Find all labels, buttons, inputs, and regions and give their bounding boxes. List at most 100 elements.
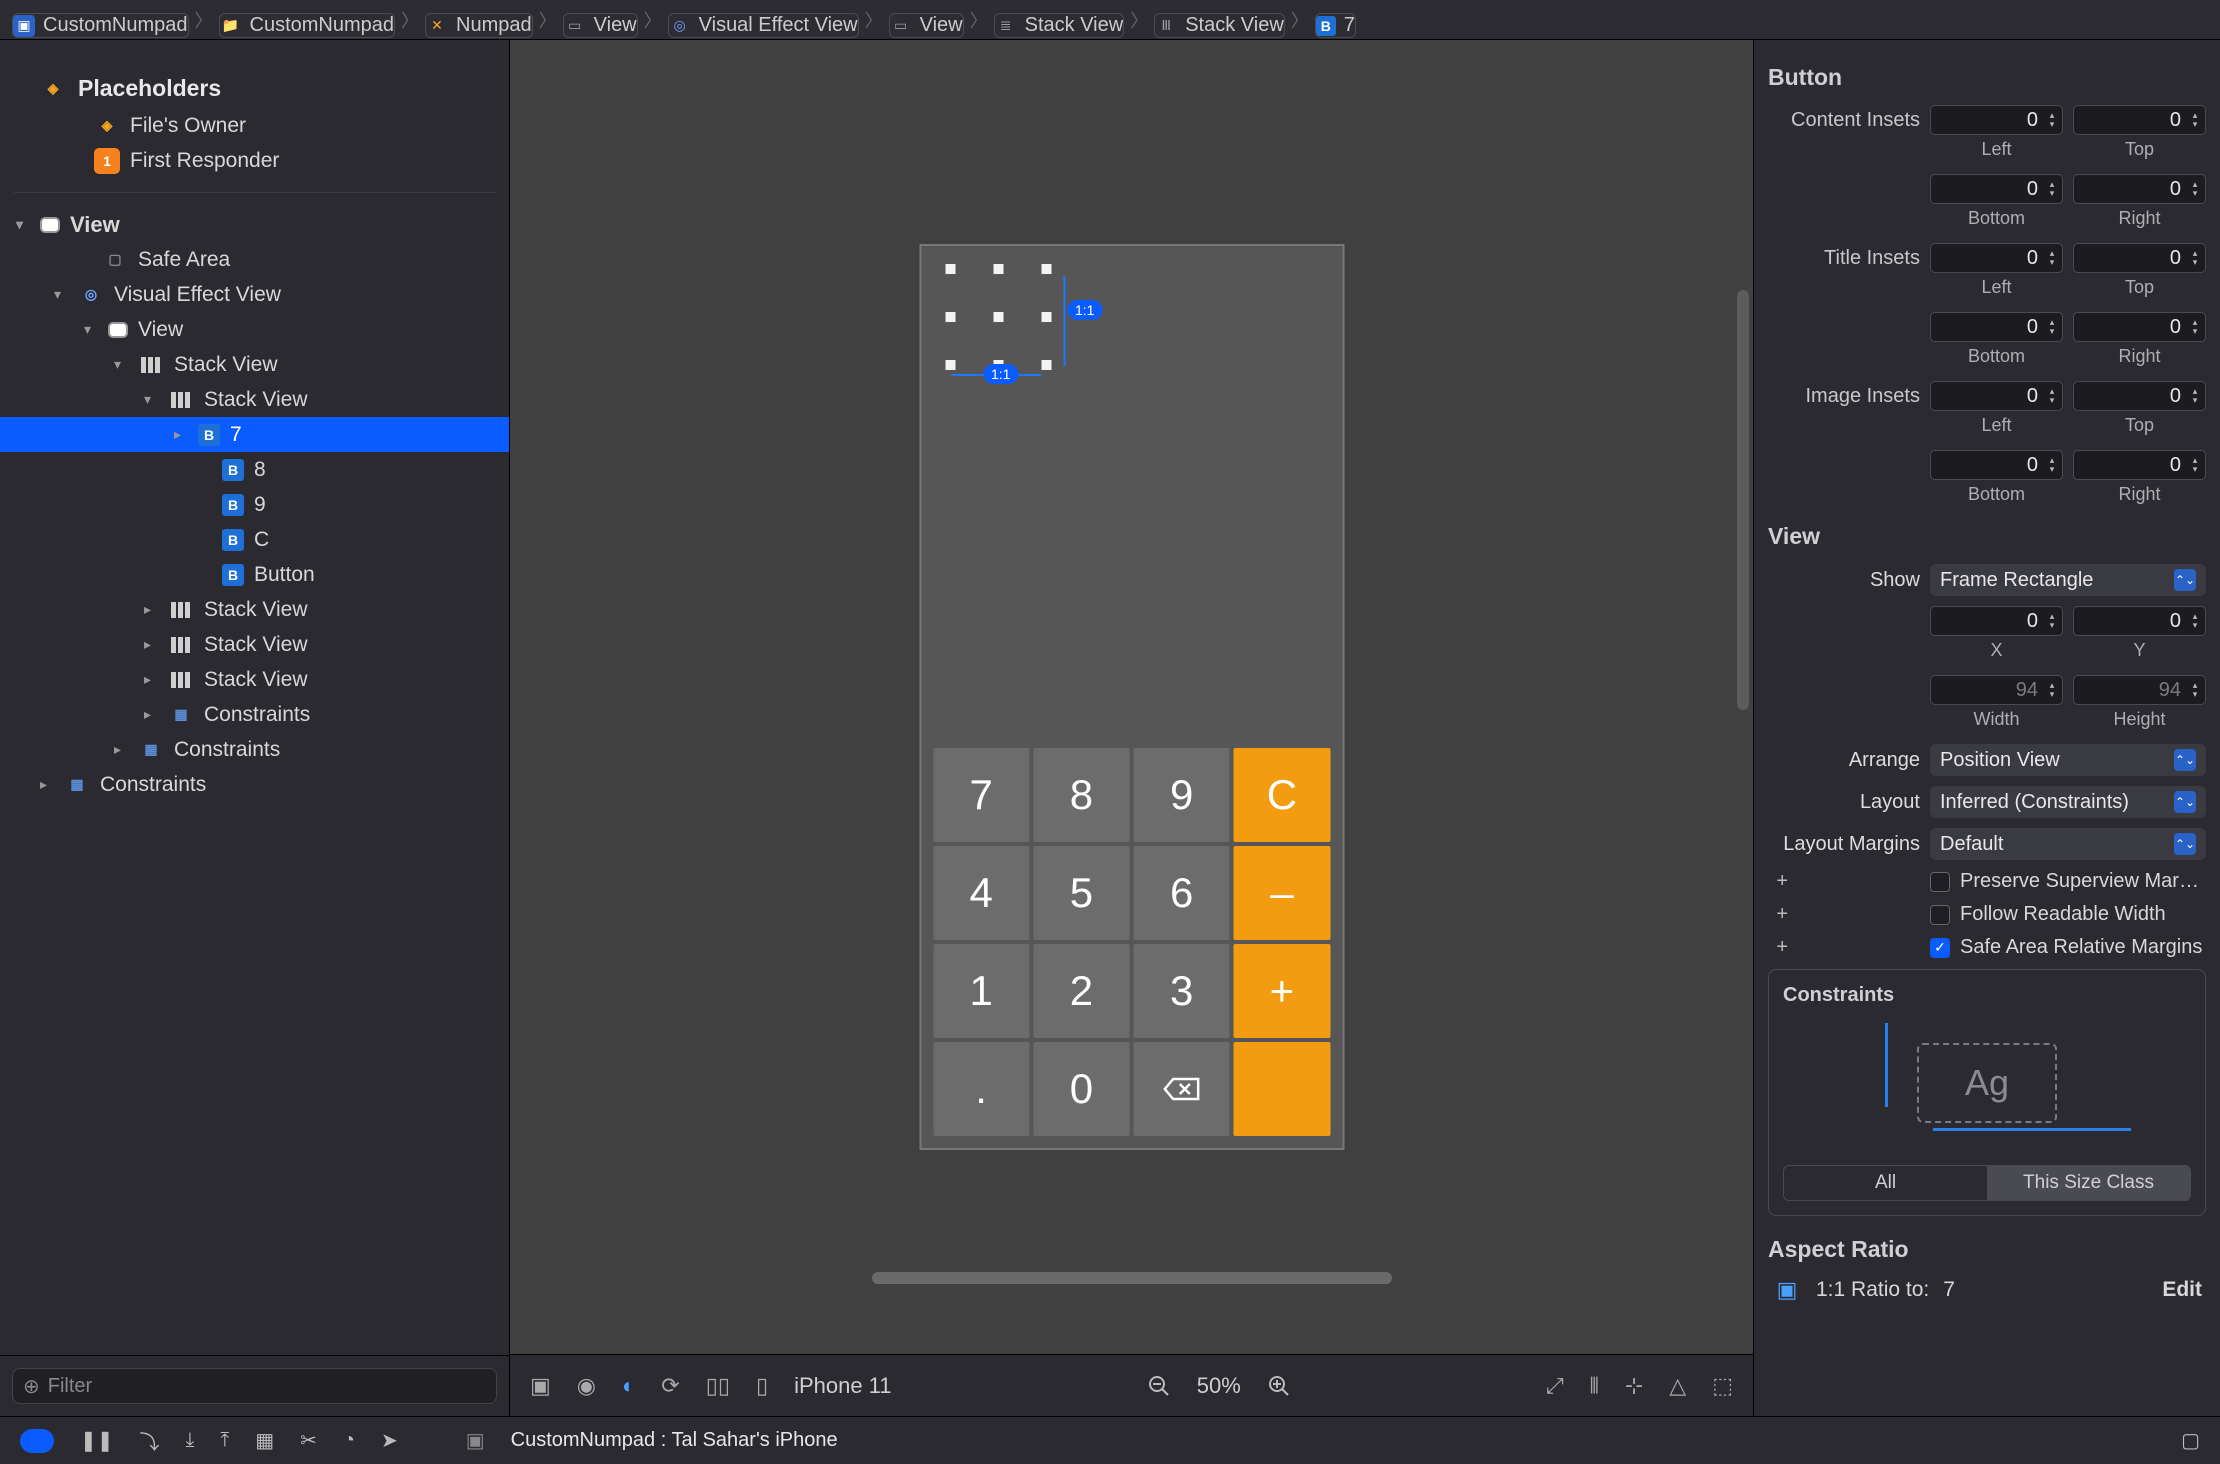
outline-row[interactable]: ▾Stack View [0,382,509,417]
document-outline[interactable]: ◈ Placeholders ◈File's Owner1First Respo… [0,40,510,1416]
outline-row[interactable]: ▾View [0,312,509,347]
image-insets-left[interactable]: ▴▾ [1930,381,2063,411]
preserve-superview-checkbox[interactable] [1930,872,1950,892]
frame-y[interactable]: ▴▾ [2073,606,2206,636]
breadcrumb-seg[interactable]: B7 [1315,13,1356,38]
constraints-diagram[interactable]: Ag [1783,1013,2191,1153]
debug-target[interactable]: CustomNumpad : Tal Sahar's iPhone [511,1429,838,1452]
numpad-key[interactable]: 1 [933,944,1029,1038]
title-insets-right[interactable]: ▴▾ [2073,312,2206,342]
constraints-seg-this[interactable]: This Size Class [1987,1166,2190,1200]
numpad-key[interactable] [1234,1042,1330,1136]
orientation-button[interactable]: ⟳ [661,1373,679,1399]
numpad-key[interactable]: 5 [1033,846,1129,940]
frame-width[interactable]: ▴▾ [1930,675,2063,705]
content-insets-right[interactable]: ▴▾ [2073,174,2206,204]
debug-view-button[interactable]: ▦ [255,1428,274,1453]
pin-button[interactable]: ⊹ [1625,1373,1643,1399]
device-top-area[interactable]: 1:1 1:1 [921,246,1342,736]
layout-margins-dropdown[interactable]: Default⌃⌄ [1930,828,2206,860]
breadcrumb-seg[interactable]: ▭View [563,13,638,38]
debug-location-button[interactable]: ➤ [381,1428,398,1453]
breadcrumb-seg[interactable]: ▣CustomNumpad [12,13,189,38]
frame-height[interactable]: ▴▾ [2073,675,2206,705]
breadcrumb-seg[interactable]: ⅢStack View [1154,13,1285,38]
numpad-key[interactable]: 7 [933,748,1029,842]
align-button[interactable]: ⫴ [1590,1373,1599,1399]
title-insets-left[interactable]: ▴▾ [1930,243,2063,273]
inspector-panel[interactable]: Button Content Insets ▴▾ ▴▾ LeftTop ▴▾ ▴… [1754,40,2220,1416]
breadcrumb-seg[interactable]: 📁CustomNumpad [219,13,396,38]
title-insets-bottom[interactable]: ▴▾ [1930,312,2063,342]
step-in-button[interactable]: ⤓ [186,1429,195,1452]
device-frame[interactable]: 1:1 1:1 789C456–123+.0 [919,244,1344,1150]
outline-row[interactable]: BButton [0,557,509,592]
disclosure-triangle[interactable]: ▸ [114,741,128,758]
outline-row[interactable]: 1First Responder [0,143,509,178]
filter-input[interactable]: ⊕ Filter [12,1368,497,1404]
disclosure-triangle[interactable]: ▸ [144,636,158,653]
content-insets-bottom[interactable]: ▴▾ [1930,174,2063,204]
numpad-key[interactable]: 2 [1033,944,1129,1038]
update-frames-button[interactable]: ⤢ [1546,1373,1564,1399]
add-margin-button[interactable]: + [1768,936,1788,959]
outline-row[interactable]: ▾Stack View [0,347,509,382]
disclosure-triangle[interactable]: ▾ [114,356,128,373]
zoom-level[interactable]: 50% [1197,1373,1241,1399]
numpad-key[interactable]: 0 [1033,1042,1129,1136]
numpad-key[interactable]: 9 [1134,748,1230,842]
breadcrumb-seg[interactable]: ✕Numpad [425,13,533,38]
disclosure-triangle[interactable]: ▾ [54,286,68,303]
outline-row[interactable]: ▾◎Visual Effect View [0,277,509,312]
outline-row[interactable]: ▸Stack View [0,592,509,627]
outline-row[interactable]: ▢Safe Area [0,242,509,277]
step-out-button[interactable]: ⤒ [220,1429,229,1452]
device-name[interactable]: iPhone 11 [794,1373,891,1399]
aspect-ratio-edit-button[interactable]: Edit [2162,1278,2202,1302]
numpad-key[interactable]: 6 [1134,846,1230,940]
appearance-button[interactable]: ◐ [622,1373,635,1399]
follow-readable-checkbox[interactable] [1930,905,1950,925]
frame-x[interactable]: ▴▾ [1930,606,2063,636]
outline-row[interactable]: ▸▦Constraints [0,767,509,802]
outline-row[interactable]: B8 [0,452,509,487]
outline-row[interactable]: ◈File's Owner [0,108,509,143]
ratio-badge[interactable]: 1:1 [983,364,1018,384]
outline-row[interactable]: BC [0,522,509,557]
image-insets-top[interactable]: ▴▾ [2073,381,2206,411]
content-insets-top[interactable]: ▴▾ [2073,105,2206,135]
add-margin-button[interactable]: + [1768,903,1788,926]
show-dropdown[interactable]: Frame Rectangle⌃⌄ [1930,564,2206,596]
breadcrumb-seg[interactable]: ≣Stack View [994,13,1125,38]
numpad-key[interactable]: + [1234,944,1330,1038]
layout-dropdown[interactable]: Inferred (Constraints)⌃⌄ [1930,786,2206,818]
disclosure-triangle[interactable]: ▸ [40,776,54,793]
embed-button[interactable]: ⬚ [1712,1373,1733,1399]
device-button[interactable]: ▯ [756,1373,768,1399]
run-indicator[interactable] [20,1429,54,1453]
numpad-key[interactable]: . [933,1042,1029,1136]
constraints-seg-all[interactable]: All [1784,1166,1987,1200]
numpad-key[interactable]: – [1234,846,1330,940]
numpad-key[interactable]: 4 [933,846,1029,940]
numpad-key[interactable]: C [1234,748,1330,842]
pause-button[interactable]: ❚❚ [80,1428,114,1453]
disclosure-triangle[interactable]: ▸ [174,426,188,443]
breadcrumb[interactable]: ▣CustomNumpad〉 📁CustomNumpad〉 ✕Numpad〉 ▭… [0,0,2220,40]
vertical-scrollbar[interactable] [1737,290,1749,710]
numpad-key[interactable] [1134,1042,1230,1136]
outline-row[interactable]: ▸▦Constraints [0,697,509,732]
breadcrumb-seg[interactable]: ◎Visual Effect View [668,13,859,38]
debug-gauge-button[interactable]: ◔ [343,1429,355,1452]
disclosure-triangle[interactable]: ▾ [144,391,158,408]
zoom-in-button[interactable] [1267,1374,1291,1398]
title-insets-top[interactable]: ▴▾ [2073,243,2206,273]
disclosure-triangle[interactable]: ▾ [84,321,98,338]
arrange-dropdown[interactable]: Position View⌃⌄ [1930,744,2206,776]
numpad-key[interactable]: 8 [1033,748,1129,842]
outline-row[interactable]: ▸▦Constraints [0,732,509,767]
outline-row[interactable]: ▸Stack View [0,627,509,662]
image-insets-right[interactable]: ▴▾ [2073,450,2206,480]
disclosure-triangle[interactable]: ▸ [144,671,158,688]
outline-row-selected[interactable]: ▸B7 [0,417,509,452]
